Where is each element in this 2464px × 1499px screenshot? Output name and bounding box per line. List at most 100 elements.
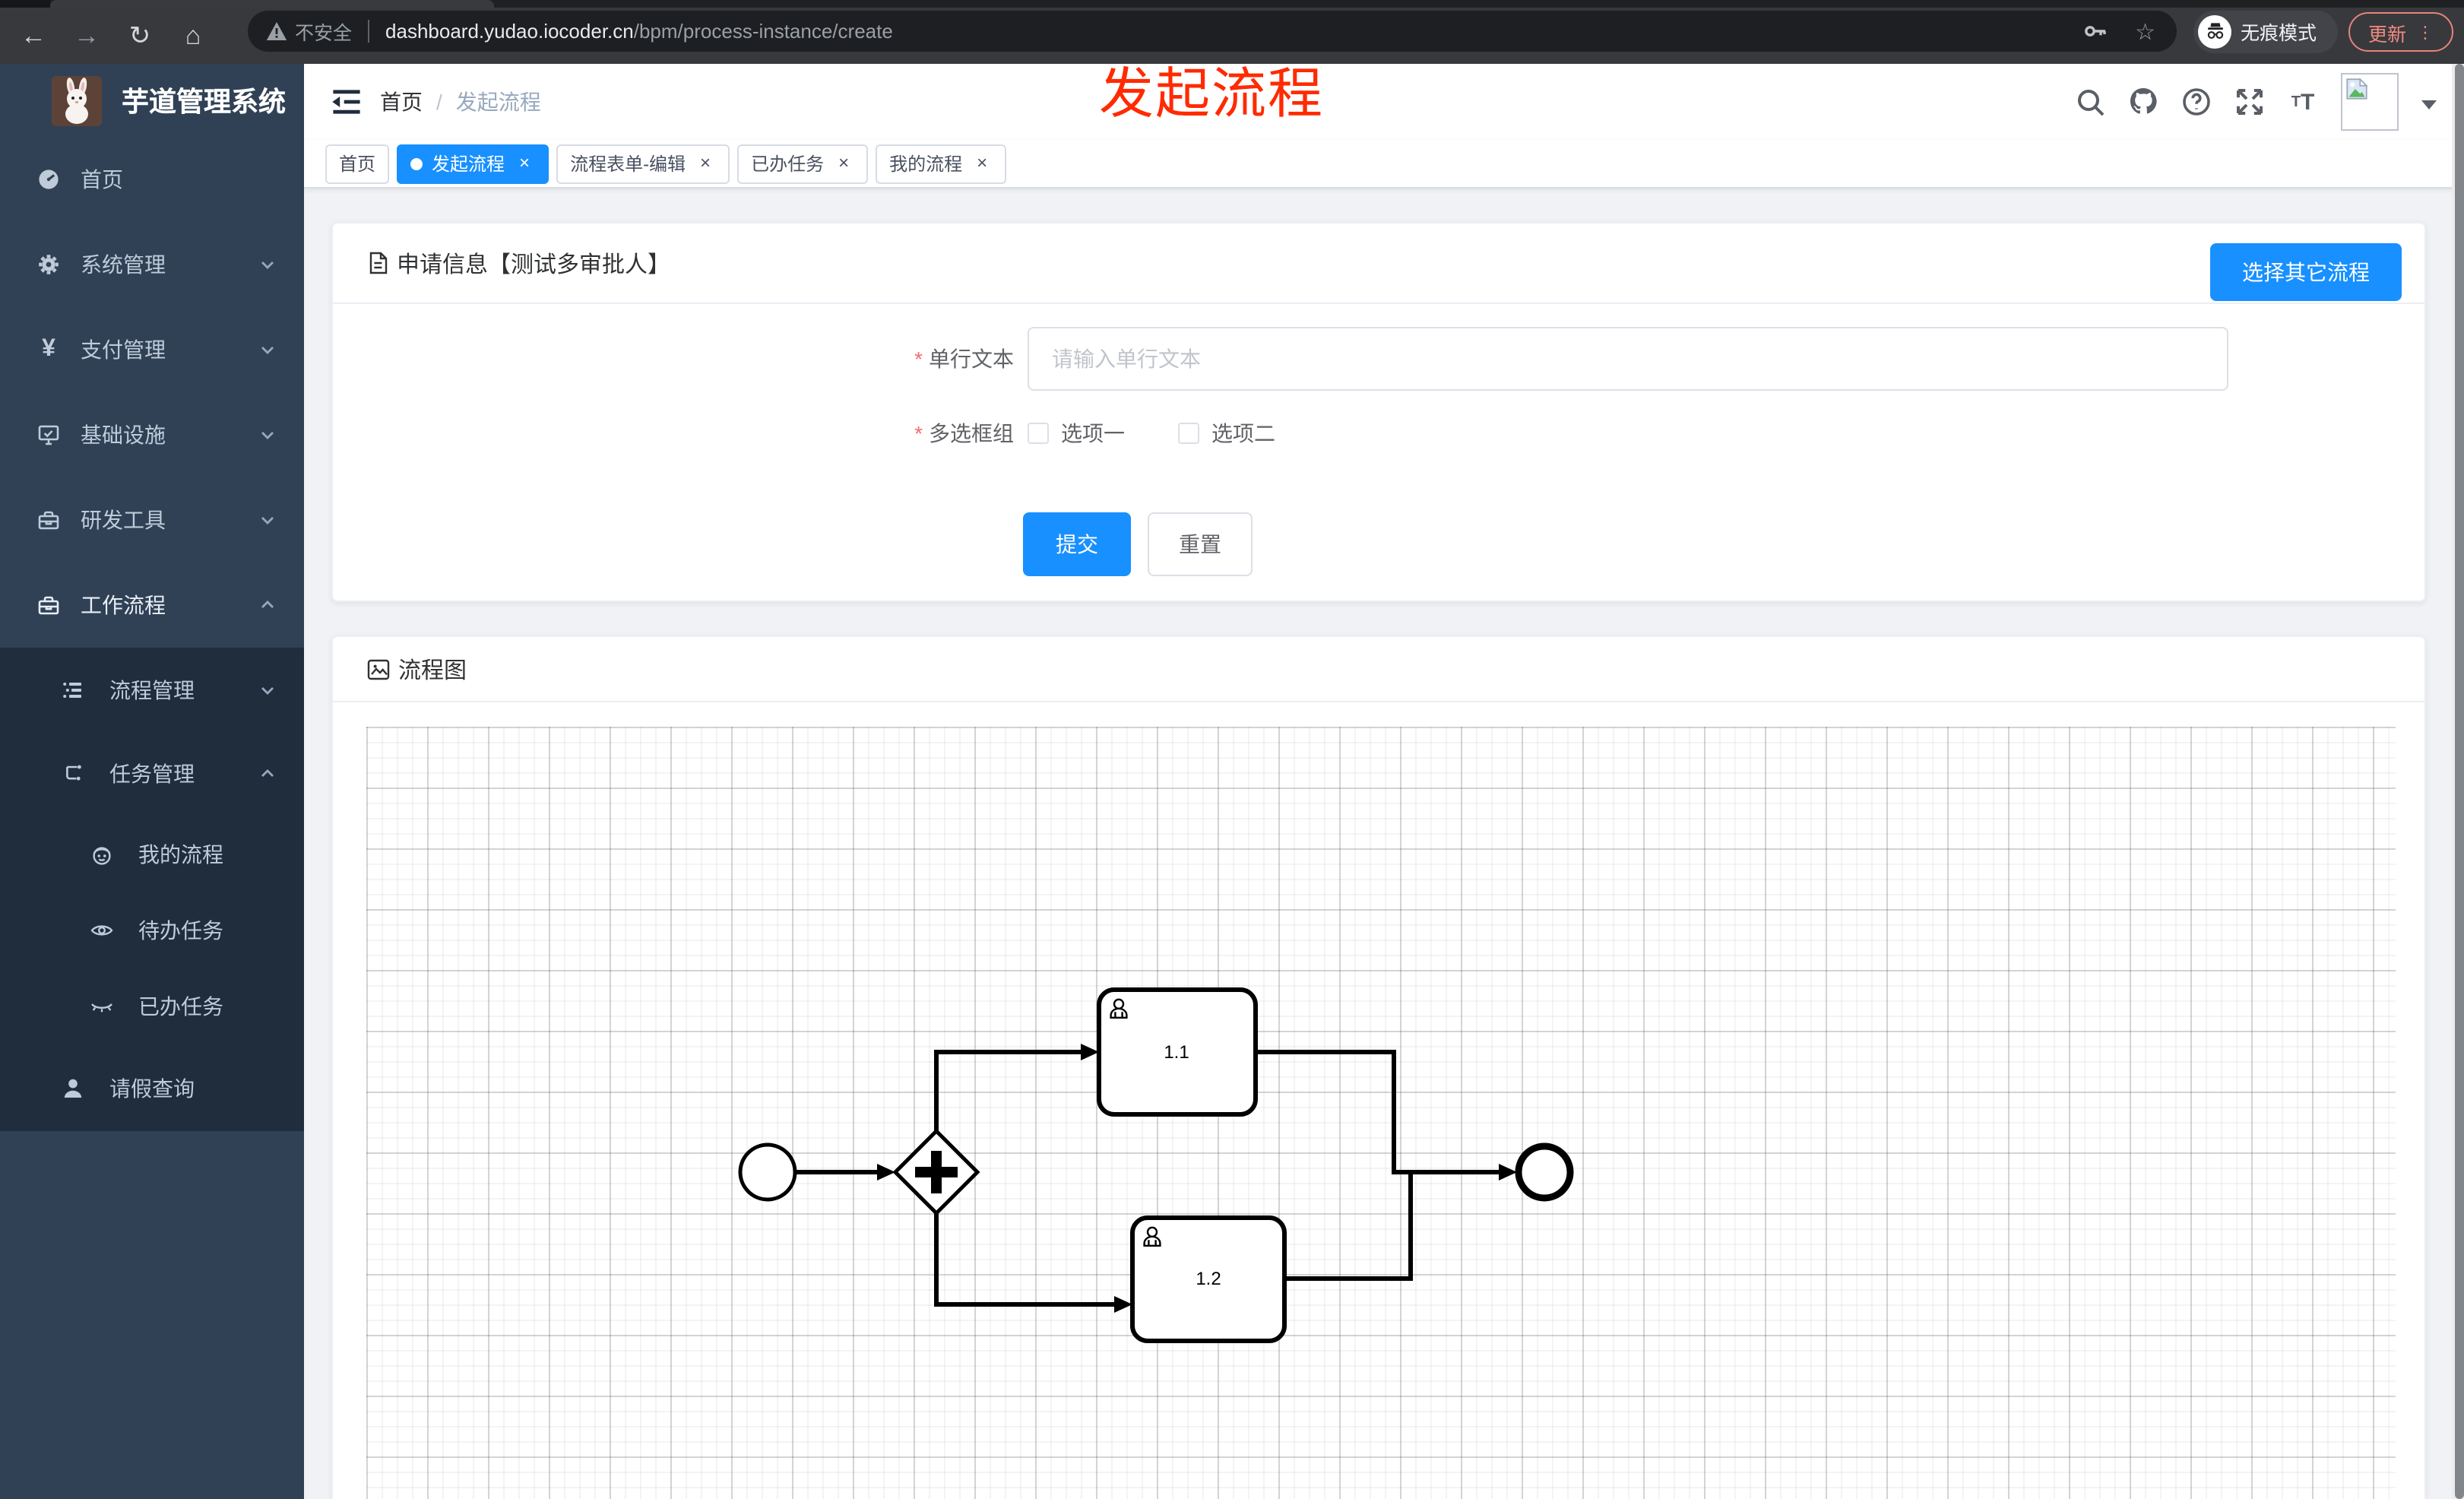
avatar[interactable] — [2341, 73, 2399, 131]
browser-tab[interactable] — [50, 0, 494, 8]
choose-other-process-button[interactable]: 选择其它流程 — [2210, 243, 2402, 301]
list-tree-icon — [63, 682, 81, 697]
reload-icon[interactable]: ↻ — [120, 16, 160, 55]
sidebar-item-task-management[interactable]: 任务管理 — [0, 731, 304, 816]
breadcrumb-current: 发起流程 — [455, 90, 541, 114]
required-asterisk: * — [914, 421, 923, 445]
application-window: ← → ↻ ⌂ 不安全 dashboard.yudao.iocoder.cn/b… — [0, 0, 2464, 1499]
bpmn-start-event[interactable] — [738, 1142, 797, 1202]
font-size-icon[interactable]: TT — [2288, 87, 2318, 117]
security-label: 不安全 — [295, 23, 353, 44]
face-icon — [93, 847, 111, 865]
tab-start-process[interactable]: 发起流程 × — [397, 144, 549, 183]
sidebar-fold-icon[interactable] — [330, 85, 363, 119]
task-label: 1.1 — [1164, 1042, 1189, 1063]
checkbox-option-2[interactable]: 选项二 — [1178, 418, 1275, 448]
sidebar-item-home[interactable]: 首页 — [0, 137, 304, 222]
bpmn-flow — [934, 1213, 1116, 1307]
incognito-badge: 无痕模式 — [2193, 10, 2338, 52]
bpmn-user-task-1[interactable]: 1.1 — [1097, 987, 1258, 1117]
sidebar-item-infrastructure[interactable]: 基础设施 — [0, 392, 304, 477]
app-logo — [52, 75, 102, 125]
process-diagram-card: 流程图 1.1 1.2 — [331, 635, 2426, 1499]
bpmn-flow — [1256, 1050, 1500, 1174]
bpmn-canvas[interactable]: 1.1 1.2 — [366, 727, 2396, 1499]
page-scrollbar[interactable] — [2452, 64, 2464, 1499]
sidebar-item-done-tasks[interactable]: 已办任务 — [0, 968, 304, 1044]
task-label: 1.2 — [1196, 1269, 1221, 1289]
card-title: 流程图 — [398, 658, 467, 683]
yen-icon: ¥ — [42, 336, 55, 362]
single-line-text-input[interactable] — [1028, 327, 2228, 391]
checkbox-group: 选项一 选项二 — [1028, 412, 1329, 455]
chevron-up-icon — [261, 769, 274, 777]
checkbox-icon[interactable] — [1028, 423, 1049, 444]
flow-nodes-icon — [66, 765, 81, 781]
home-icon[interactable]: ⌂ — [173, 16, 213, 55]
broken-image-icon — [2346, 78, 2368, 100]
close-icon[interactable]: × — [971, 152, 993, 174]
sidebar-item-my-process[interactable]: 我的流程 — [0, 816, 304, 892]
field-label-single-line: * 单行文本 — [914, 347, 1014, 371]
breadcrumb-home[interactable]: 首页 — [380, 87, 423, 117]
breadcrumb-separator: / — [436, 90, 442, 114]
document-icon — [369, 252, 388, 274]
checkbox-option-1[interactable]: 选项一 — [1028, 418, 1125, 448]
chevron-down-icon[interactable] — [2421, 100, 2437, 109]
omnibox-divider — [367, 20, 369, 43]
tab-process-form-edit[interactable]: 流程表单-编辑 × — [556, 144, 730, 183]
apply-info-card: 申请信息【测试多审批人】 选择其它流程 *单行文本 *多选框组 选项一 选项二 … — [331, 222, 2426, 602]
bookmark-star-icon[interactable]: ☆ — [2135, 17, 2155, 45]
bpmn-user-task-2[interactable]: 1.2 — [1130, 1215, 1287, 1343]
browser-menu-icon[interactable]: ⋮ — [2417, 22, 2434, 42]
active-tab-dot — [410, 157, 423, 170]
toolbox-icon — [38, 511, 59, 530]
chevron-down-icon — [261, 347, 274, 354]
chevron-down-icon — [261, 517, 274, 524]
key-icon[interactable] — [2082, 18, 2108, 44]
url-host: dashboard.yudao.iocoder.cn — [385, 20, 634, 43]
field-label-checkbox-group: * 多选框组 — [914, 421, 1014, 445]
address-bar[interactable]: 不安全 dashboard.yudao.iocoder.cn/bpm/proce… — [248, 11, 2177, 52]
github-icon[interactable] — [2128, 87, 2158, 117]
close-icon[interactable]: × — [695, 152, 716, 174]
scrollbar-thumb[interactable] — [2455, 64, 2464, 1499]
app-logo-row[interactable]: 芋道管理系统 — [0, 64, 304, 137]
workflow-submenu: 流程管理 任务管理 我的流程 待办任务 已办任务 请假查询 — [0, 648, 304, 1131]
reset-button[interactable]: 重置 — [1148, 512, 1253, 576]
apply-info-header: 申请信息【测试多审批人】 — [333, 223, 2424, 304]
header-actions: TT — [2075, 64, 2437, 140]
fullscreen-icon[interactable] — [2234, 87, 2265, 117]
back-icon[interactable]: ← — [14, 16, 53, 55]
sidebar-item-payment[interactable]: ¥ 支付管理 — [0, 307, 304, 392]
dashboard-icon — [39, 170, 59, 189]
sidebar-item-todo-tasks[interactable]: 待办任务 — [0, 892, 304, 968]
submit-button[interactable]: 提交 — [1023, 512, 1131, 576]
forward-icon[interactable]: → — [67, 16, 106, 55]
main-area: 首页 / 发起流程 TT 首页 发起流程 × 流程表单-编辑 × 已办任务 × 我的流 — [304, 64, 2464, 1499]
sidebar-item-devtools[interactable]: 研发工具 — [0, 477, 304, 563]
help-icon[interactable] — [2181, 87, 2212, 117]
checkbox-icon[interactable] — [1178, 423, 1199, 444]
warning-icon — [266, 22, 287, 40]
required-asterisk: * — [914, 347, 923, 371]
sidebar-item-workflow[interactable]: 工作流程 — [0, 563, 304, 648]
close-icon[interactable]: × — [514, 152, 535, 174]
bpmn-flow — [934, 1050, 1082, 1131]
chevron-down-icon — [261, 261, 274, 269]
search-icon[interactable] — [2075, 87, 2105, 117]
tab-done-tasks[interactable]: 已办任务 × — [737, 144, 869, 183]
bpmn-end-event[interactable] — [1515, 1142, 1574, 1202]
page-content: 申请信息【测试多审批人】 选择其它流程 *单行文本 *多选框组 选项一 选项二 … — [304, 189, 2464, 1499]
bpmn-parallel-gateway[interactable] — [892, 1128, 980, 1216]
sidebar-item-leave-query[interactable]: 请假查询 — [0, 1044, 304, 1131]
sidebar-item-process-management[interactable]: 流程管理 — [0, 648, 304, 731]
update-button[interactable]: 更新 ⋮ — [2348, 12, 2453, 52]
sidebar-item-system[interactable]: 系统管理 — [0, 222, 304, 307]
card-title: 申请信息【测试多审批人】 — [397, 252, 671, 277]
tab-my-process[interactable]: 我的流程 × — [876, 144, 1007, 183]
tab-home[interactable]: 首页 — [325, 144, 390, 183]
eye-icon — [90, 925, 113, 936]
tags-view-bar: 首页 发起流程 × 流程表单-编辑 × 已办任务 × 我的流程 × — [304, 140, 2464, 189]
close-icon[interactable]: × — [833, 152, 854, 174]
